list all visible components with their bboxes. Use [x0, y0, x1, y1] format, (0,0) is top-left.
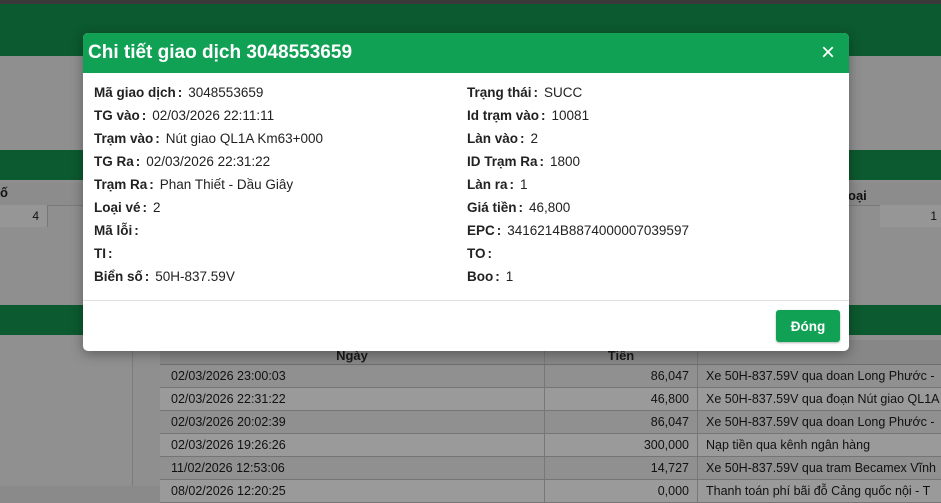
- field-label: EPC: [467, 223, 495, 238]
- cell-desc: Xe 50H-837.59V qua đoạn Nút giao QL1A: [706, 392, 940, 406]
- field-label: Trạm Ra: [94, 177, 148, 192]
- grid-cell-right: 1: [880, 205, 941, 227]
- modal-footer: Đóng: [83, 301, 849, 351]
- field-label: Loại vé: [94, 200, 141, 215]
- field-label: Giá tiền: [467, 200, 517, 215]
- field-value: Phan Thiết - Dầu Giây: [159, 177, 294, 192]
- field-price: Giá tiền:46,800: [467, 200, 571, 215]
- field-label: TG vào: [94, 108, 140, 123]
- grid-cell-left: 4: [0, 205, 48, 227]
- cell-date: 02/03/2026 23:00:03: [160, 365, 545, 387]
- field-value: 02/03/2026 22:31:22: [146, 154, 271, 169]
- cell-date: 11/02/2026 12:53:06: [160, 457, 545, 479]
- table-row[interactable]: 02/03/2026 23:00:03 86,047 Xe 50H-837.59…: [160, 365, 941, 388]
- field-error-code: Mã lỗi:: [94, 223, 139, 238]
- field-exit-station: Trạm Ra: Phan Thiết - Dầu Giây: [94, 177, 294, 192]
- field-plate-number: Biển số:50H-837.59V: [94, 269, 235, 284]
- field-entry-time: TG vào:02/03/2026 22:11:11: [94, 108, 275, 123]
- close-button[interactable]: Đóng: [776, 310, 840, 342]
- detail-column-left: Mã giao dịch:3048553659 TG vào:02/03/202…: [94, 85, 323, 292]
- detail-column-right: Trạng thái: SUCC Id trạm vào:10081 Làn và…: [467, 85, 689, 292]
- cell-date: 02/03/2026 22:31:22: [160, 388, 545, 410]
- field-status: Trạng thái: SUCC: [467, 85, 583, 100]
- field-exit-station-id: ID Trạm Ra:1800: [467, 154, 581, 169]
- cell-desc: Thanh toán phí bãi đỗ Cảng quốc nội - T: [706, 484, 931, 498]
- field-boo: Boo:1: [467, 269, 514, 284]
- modal-header: Chi tiết giao dịch 3048553659 ×: [83, 33, 849, 73]
- field-entry-station-id: Id trạm vào:10081: [467, 108, 590, 123]
- modal-body: Mã giao dịch:3048553659 TG vào:02/03/202…: [83, 73, 849, 300]
- cell-desc: Xe 50H-837.59V qua doan Long Phước -: [706, 415, 935, 429]
- cell-amount: 300,000: [545, 434, 698, 456]
- table-row[interactable]: 11/02/2026 12:53:06 14,727 Xe 50H-837.59…: [160, 457, 941, 480]
- field-value: Nút giao QL1A Km63+000: [165, 131, 324, 146]
- field-value: 50H-837.59V: [155, 269, 235, 284]
- cell-desc: Nạp tiền qua kênh ngân hàng: [706, 438, 871, 452]
- cell-amount: 46,800: [545, 388, 698, 410]
- field-label: Làn ra: [467, 177, 508, 192]
- field-value: 46,800: [529, 200, 571, 215]
- field-label: ID Trạm Ra: [467, 154, 538, 169]
- field-exit-lane: Làn ra:1: [467, 177, 528, 192]
- field-value: 2: [153, 200, 161, 215]
- field-label: Biển số: [94, 269, 143, 284]
- table-row[interactable]: 08/02/2026 12:20:25 0,000 Thanh toán phí…: [160, 480, 941, 503]
- cell-desc: Xe 50H-837.59V qua doan Long Phước -: [706, 369, 935, 383]
- field-value: 1: [505, 269, 514, 284]
- cell-date: 02/03/2026 20:02:39: [160, 411, 545, 433]
- table-row[interactable]: 02/03/2026 19:26:26 300,000 Nạp tiền qua…: [160, 434, 941, 457]
- table-row[interactable]: 02/03/2026 20:02:39 86,047 Xe 50H-837.59…: [160, 411, 941, 434]
- transactions-table: Ngày Tiền 02/03/2026 23:00:03 86,047 Xe …: [160, 340, 941, 503]
- field-label: TG Ra: [94, 154, 134, 169]
- field-label: Làn vào: [467, 131, 519, 146]
- field-label: Trạm vào: [94, 131, 154, 146]
- field-label: Trạng thái: [467, 85, 532, 100]
- field-value: 3048553659: [188, 85, 264, 100]
- cell-amount: 14,727: [545, 457, 698, 479]
- field-to: TO:: [467, 246, 493, 261]
- grid-header-right: oại: [848, 188, 867, 203]
- field-value: 2: [530, 131, 539, 146]
- close-icon[interactable]: ×: [817, 41, 839, 65]
- field-exit-time: TG Ra:02/03/2026 22:31:22: [94, 154, 271, 169]
- field-ticket-type: Loại vé:2: [94, 200, 161, 215]
- field-entry-lane: Làn vào:2: [467, 131, 539, 146]
- modal-title: Chi tiết giao dịch 3048553659: [88, 42, 353, 63]
- field-label: TI: [94, 246, 106, 261]
- field-value: 1800: [550, 154, 581, 169]
- field-label: Mã lỗi: [94, 223, 133, 238]
- field-ti: TI:: [94, 246, 113, 261]
- cell-amount: 86,047: [545, 365, 698, 387]
- transaction-detail-modal: Chi tiết giao dịch 3048553659 × Mã giao …: [83, 33, 849, 351]
- field-value: 10081: [551, 108, 590, 123]
- cell-date: 08/02/2026 12:20:25: [160, 480, 545, 502]
- cell-amount: 86,047: [545, 411, 698, 433]
- field-label: Id trạm vào: [467, 108, 540, 123]
- field-label: Mã giao dịch: [94, 85, 176, 100]
- side-panel: [0, 335, 133, 486]
- field-label: Boo: [467, 269, 494, 284]
- cell-date: 02/03/2026 19:26:26: [160, 434, 545, 456]
- field-entry-station: Trạm vào: Nút giao QL1A Km63+000: [94, 131, 324, 146]
- table-row[interactable]: 02/03/2026 22:31:22 46,800 Xe 50H-837.59…: [160, 388, 941, 411]
- field-value: 3416214B8874000007039597: [507, 223, 689, 238]
- field-epc: EPC:3416214B8874000007039597: [467, 223, 689, 238]
- grid-header-left: ố: [0, 185, 8, 200]
- field-transaction-id: Mã giao dịch:3048553659: [94, 85, 264, 100]
- cell-amount: 0,000: [545, 480, 698, 502]
- field-value: SUCC: [544, 85, 583, 100]
- field-label: TO: [467, 246, 486, 261]
- field-value: 1: [520, 177, 528, 192]
- field-value: 02/03/2026 22:11:11: [152, 108, 275, 123]
- cell-desc: Xe 50H-837.59V qua tram Becamex Vĩnh: [706, 461, 936, 475]
